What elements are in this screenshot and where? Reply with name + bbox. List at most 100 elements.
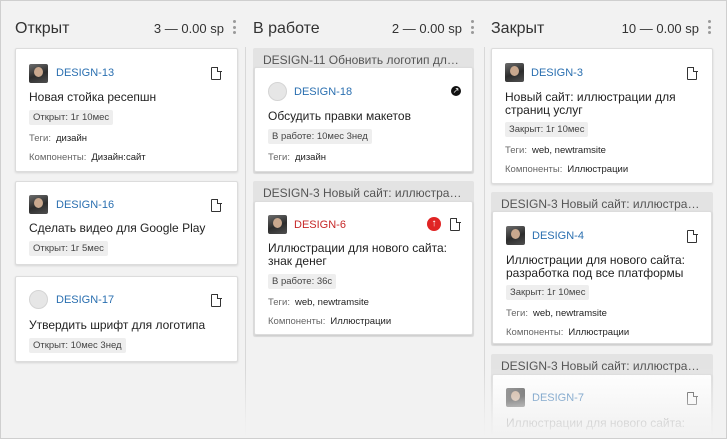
tags-value: web, newtramsite (294, 297, 369, 308)
issue-card[interactable]: DESIGN-18 ↗ Обсудить правки макетов В ра… (254, 67, 473, 172)
components-row: Компоненты: Иллюстрации (506, 327, 629, 338)
status-badge: Закрыт: 1г 10мес (505, 122, 589, 137)
components-row: Компоненты: Дизайн:сайт (29, 152, 146, 163)
status-badge: Открыт: 10мес 3нед (29, 338, 126, 353)
issue-title-line-2: разработка под все платформы (506, 266, 684, 280)
issue-title-line-2: знак денег (268, 254, 327, 268)
components-row: Компоненты: Иллюстрации (505, 164, 628, 175)
issue-card[interactable]: DESIGN-4 Иллюстрации для нового сайта: р… (492, 211, 712, 344)
issue-key[interactable]: DESIGN-3 (531, 67, 583, 79)
document-icon (687, 229, 698, 243)
status-badge: Открыт: 1г 5мес (29, 241, 108, 256)
column-open: Открыт 3 — 0.00 sp DESIGN-13 Новая стойк… (15, 1, 238, 438)
issue-key[interactable]: DESIGN-16 (56, 199, 114, 211)
components-label: Компоненты: (506, 327, 564, 338)
tags-row: Теги: web, newtramsite (268, 297, 369, 308)
tags-row: Теги: дизайн (268, 152, 326, 163)
column-divider (484, 47, 485, 438)
components-value: Иллюстрации (568, 327, 630, 338)
tags-row: Теги: web, newtramsite (505, 145, 606, 156)
avatar (268, 215, 287, 234)
issue-title: Новая стойка ресепшн (29, 90, 157, 104)
document-icon (687, 391, 698, 405)
issue-title-line-2: страниц услуг (505, 103, 583, 117)
issue-key[interactable]: DESIGN-6 (294, 219, 346, 231)
parent-issue-title[interactable]: DESIGN-3 Новый сайт: иллюстрац... (263, 186, 464, 200)
components-value: Дизайн:сайт (91, 152, 146, 163)
parent-issue-title[interactable]: DESIGN-11 Обновить логотип для ... (263, 53, 464, 67)
avatar (506, 388, 525, 407)
issue-card[interactable]: DESIGN-6 ↑ Иллюстрации для нового сайта:… (254, 201, 473, 335)
column-title: Закрыт (491, 20, 545, 37)
components-label: Компоненты: (29, 152, 87, 163)
issue-card[interactable]: DESIGN-3 Новый сайт: иллюстрации для стр… (491, 48, 713, 184)
parent-group: DESIGN-3 Новый сайт: иллюстрац... DESIGN… (491, 354, 713, 438)
column-closed: Закрыт 10 — 0.00 sp DESIGN-3 Новый сайт:… (491, 1, 713, 438)
column-count: 2 — 0.00 sp (391, 21, 462, 36)
issue-key[interactable]: DESIGN-17 (56, 294, 114, 306)
tags-value: дизайн (294, 152, 327, 163)
components-label: Компоненты: (505, 164, 563, 175)
status-badge: В работе: 10мес 3нед (268, 129, 372, 144)
document-icon (211, 293, 222, 307)
tags-label: Теги: (268, 152, 290, 163)
column-count: 3 — 0.00 sp (153, 21, 224, 36)
document-icon (450, 217, 461, 231)
parent-group: DESIGN-3 Новый сайт: иллюстрац... DESIGN… (253, 181, 474, 337)
avatar-placeholder (29, 290, 48, 309)
column-count: 10 — 0.00 sp (621, 21, 699, 36)
document-icon (687, 66, 698, 80)
column-in-progress: В работе 2 — 0.00 sp DESIGN-11 Обновить … (253, 1, 476, 438)
column-divider (245, 47, 246, 438)
issue-card[interactable]: DESIGN-7 Иллюстрации для нового сайта: (492, 374, 712, 438)
issue-card[interactable]: DESIGN-16 Сделать видео для Google Play … (15, 181, 238, 265)
column-header: В работе 2 — 0.00 sp (253, 17, 476, 41)
issue-key[interactable]: DESIGN-7 (532, 392, 584, 404)
issue-key[interactable]: DESIGN-4 (532, 230, 584, 242)
issue-title: Обсудить правки макетов (268, 109, 411, 123)
column-title: В работе (253, 20, 320, 37)
kebab-menu-icon[interactable] (706, 20, 712, 34)
tags-label: Теги: (29, 133, 51, 144)
status-badge: Закрыт: 1г 10мес (506, 285, 590, 300)
column-header: Открыт 3 — 0.00 sp (15, 17, 238, 41)
issue-key[interactable]: DESIGN-13 (56, 67, 114, 79)
arrow-diagonal-icon: ↗ (451, 86, 461, 96)
tags-value: дизайн (55, 133, 88, 144)
tags-label: Теги: (506, 308, 528, 319)
column-header: Закрыт 10 — 0.00 sp (491, 17, 713, 41)
components-label: Компоненты: (268, 316, 326, 327)
parent-issue-title[interactable]: DESIGN-3 Новый сайт: иллюстрац... (501, 359, 703, 373)
tags-value: web, newtramsite (531, 145, 606, 156)
issue-card[interactable]: DESIGN-17 Утвердить шрифт для логотипа О… (15, 276, 238, 362)
kebab-menu-icon[interactable] (231, 20, 237, 34)
tags-row: Теги: web, newtramsite (506, 308, 607, 319)
kanban-board: Открыт 3 — 0.00 sp DESIGN-13 Новая стойк… (0, 0, 727, 439)
document-icon (211, 198, 222, 212)
issue-key[interactable]: DESIGN-18 (294, 86, 352, 98)
status-badge: Открыт: 1г 10мес (29, 110, 114, 125)
kebab-menu-icon[interactable] (469, 20, 475, 34)
parent-group: DESIGN-3 Новый сайт: иллюстрац... DESIGN… (491, 192, 713, 346)
components-value: Иллюстрации (330, 316, 392, 327)
avatar-placeholder (268, 82, 287, 101)
document-icon (211, 66, 222, 80)
issue-card[interactable]: DESIGN-13 Новая стойка ресепшн Открыт: 1… (15, 48, 238, 172)
avatar (505, 63, 524, 82)
tags-label: Теги: (505, 145, 527, 156)
avatar (506, 226, 525, 245)
tags-value: web, newtramsite (532, 308, 607, 319)
issue-title: Утвердить шрифт для логотипа (29, 318, 206, 332)
column-title: Открыт (15, 20, 70, 37)
avatar (29, 195, 48, 214)
tags-row: Теги: дизайн (29, 133, 87, 144)
issue-title-line-1: Иллюстрации для нового сайта: (506, 416, 686, 430)
status-badge: В работе: 36с (268, 274, 337, 289)
issue-title: Сделать видео для Google Play (29, 221, 206, 235)
parent-issue-title[interactable]: DESIGN-3 Новый сайт: иллюстрац... (501, 197, 703, 211)
parent-group: DESIGN-11 Обновить логотип для ... DESIG… (253, 48, 474, 174)
avatar (29, 64, 48, 83)
components-row: Компоненты: Иллюстрации (268, 316, 391, 327)
components-value: Иллюстрации (567, 164, 629, 175)
arrow-up-icon: ↑ (427, 217, 441, 231)
